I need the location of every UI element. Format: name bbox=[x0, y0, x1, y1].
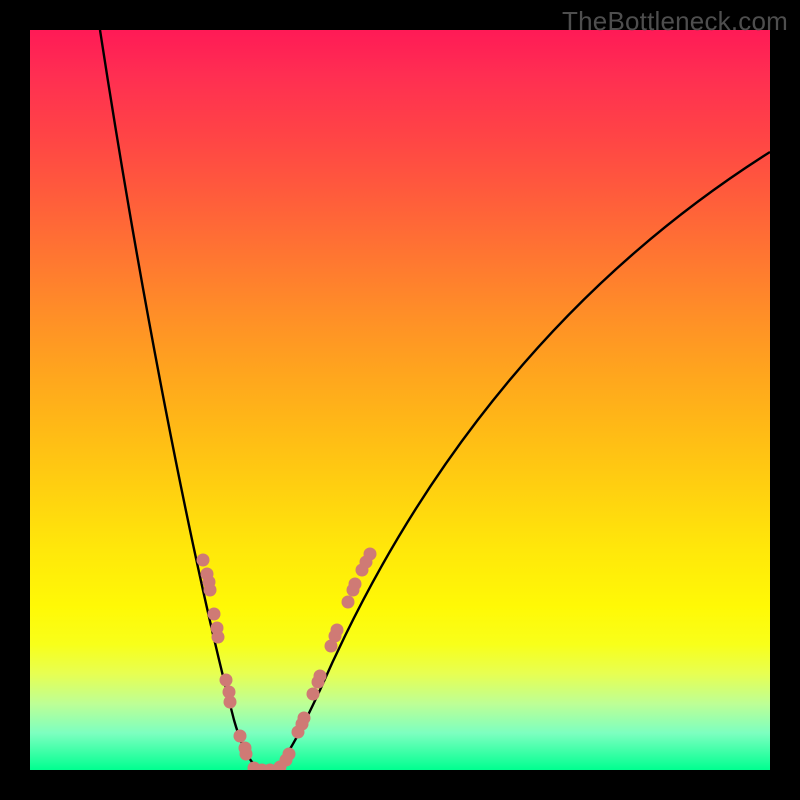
bottleneck-curve-svg bbox=[30, 30, 770, 770]
overlay-dot bbox=[314, 670, 327, 683]
overlay-dot bbox=[220, 674, 233, 687]
overlay-dot bbox=[364, 548, 377, 561]
overlay-dot bbox=[212, 631, 225, 644]
overlay-dot bbox=[349, 578, 362, 591]
overlay-dots bbox=[197, 548, 377, 771]
curve-right bbox=[266, 152, 770, 770]
overlay-dot bbox=[234, 730, 247, 743]
overlay-dot bbox=[307, 688, 320, 701]
watermark-text: TheBottleneck.com bbox=[562, 6, 788, 37]
overlay-dot bbox=[208, 608, 221, 621]
overlay-dot bbox=[224, 696, 237, 709]
overlay-dot bbox=[283, 748, 296, 761]
overlay-dot bbox=[240, 748, 253, 761]
overlay-dot bbox=[331, 624, 344, 637]
overlay-dot bbox=[298, 712, 311, 725]
overlay-dot bbox=[197, 554, 210, 567]
overlay-dot bbox=[204, 584, 217, 597]
overlay-dot bbox=[342, 596, 355, 609]
chart-plot-area bbox=[30, 30, 770, 770]
curve-left bbox=[100, 30, 266, 770]
